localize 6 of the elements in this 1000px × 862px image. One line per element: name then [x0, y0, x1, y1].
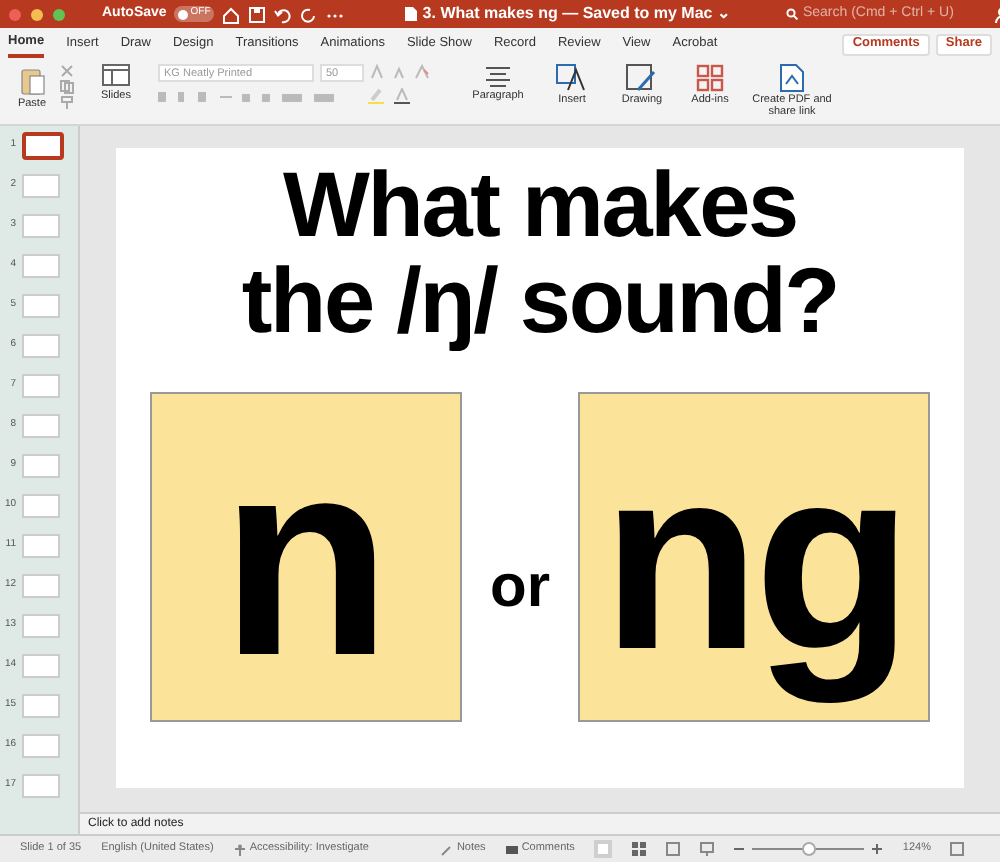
card-letter: ng — [601, 409, 907, 707]
card-letter: n — [220, 398, 392, 718]
window-title: 3. What makes ng — Saved to my Mac ⌄ — [422, 2, 731, 26]
slide-title: the /ŋ/ sound? — [241, 252, 839, 348]
connector-word: or — [490, 552, 550, 624]
slide-title: What makes — [283, 156, 797, 252]
